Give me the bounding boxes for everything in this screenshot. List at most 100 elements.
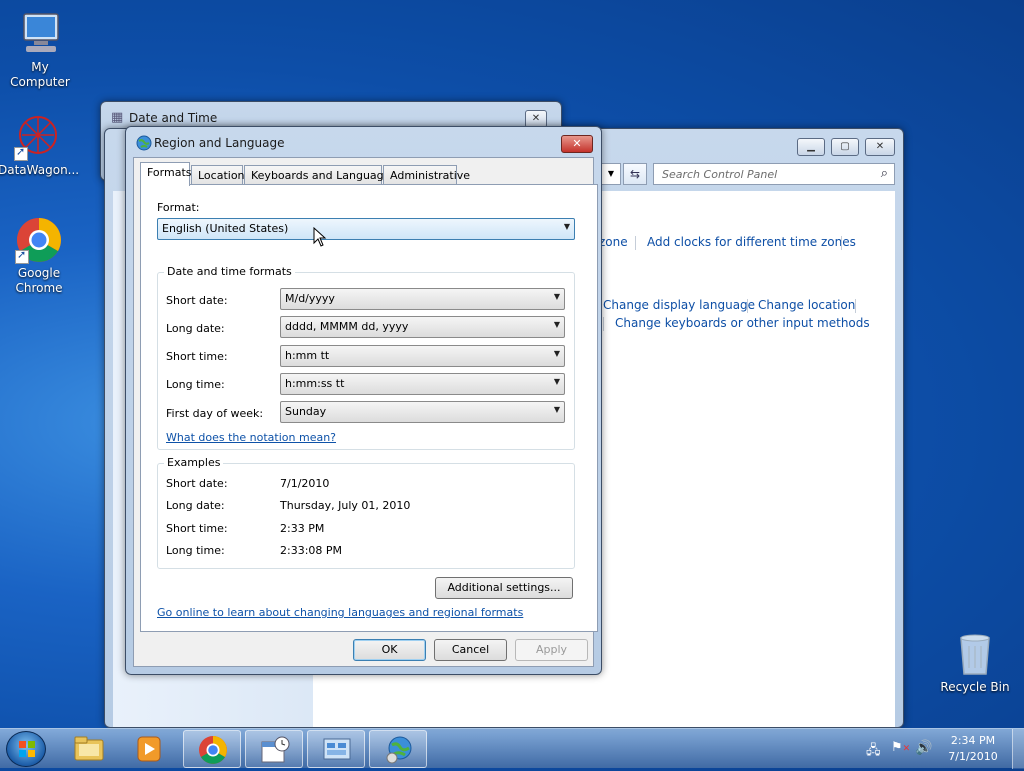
group-title: Date and time formats <box>164 265 295 278</box>
taskbar-media-player[interactable] <box>120 730 178 768</box>
calendar-clock-icon <box>261 736 290 763</box>
search-placeholder: Search Control Panel <box>662 168 778 181</box>
first-day-value: Sunday <box>285 405 327 418</box>
link-add-clocks[interactable]: Add clocks for different time zones <box>647 235 856 249</box>
format-dropdown[interactable]: English (United States) ▼ <box>157 218 575 240</box>
taskbar-control-panel[interactable] <box>307 730 365 768</box>
first-day-dropdown[interactable]: Sunday ▼ <box>280 401 565 423</box>
taskbar-date-time[interactable] <box>245 730 303 768</box>
address-dropdown-arrow[interactable]: ▼ <box>601 163 621 185</box>
control-panel-icon <box>323 738 351 760</box>
chevron-down-icon: ▼ <box>563 222 570 231</box>
show-desktop-button[interactable] <box>1012 729 1024 769</box>
separator <box>603 317 604 331</box>
chevron-down-icon: ▼ <box>553 377 560 386</box>
search-input[interactable]: Search Control Panel ⌕ <box>653 163 895 185</box>
online-help-link[interactable]: Go online to learn about changing langua… <box>157 606 523 619</box>
computer-icon <box>16 10 64 58</box>
windows-logo-icon <box>19 741 35 757</box>
field-label-short-date: Short date: <box>166 294 228 307</box>
desktop-icon-datawagon[interactable]: DataWagon... <box>0 113 80 178</box>
separator <box>841 236 842 250</box>
tab-administrative[interactable]: Administrative <box>383 165 470 185</box>
date-time-formats-group: Date and time formats Short date: M/d/yy… <box>157 265 575 450</box>
apply-button[interactable]: Apply <box>515 639 588 661</box>
field-label-long-time: Long time: <box>166 378 225 391</box>
desktop-icon-my-computer[interactable]: My Computer <box>0 10 80 90</box>
search-icon: ⌕ <box>880 166 888 181</box>
long-date-dropdown[interactable]: dddd, MMMM dd, yyyy ▼ <box>280 316 565 338</box>
additional-settings-button[interactable]: Additional settings... <box>435 577 573 599</box>
example-label: Long date: <box>166 499 225 512</box>
example-value: 2:33 PM <box>280 522 325 535</box>
globe-icon <box>136 135 152 151</box>
window-title: Date and Time <box>129 111 218 125</box>
separator <box>855 299 856 313</box>
link-change-keyboards[interactable]: Change keyboards or other input methods <box>615 316 870 330</box>
shortcut-arrow-icon <box>15 248 29 264</box>
long-date-value: dddd, MMMM dd, yyyy <box>285 320 409 333</box>
dialog-body: Formats Location Keyboards and Languages… <box>133 157 598 667</box>
clock-date: 7/1/2010 <box>948 750 998 763</box>
short-date-dropdown[interactable]: M/d/yyyy ▼ <box>280 288 565 310</box>
taskbar-chrome[interactable] <box>183 730 241 768</box>
datawagon-icon <box>14 113 62 161</box>
close-button[interactable]: ✕ <box>865 138 895 156</box>
taskbar: 🖧 ⚑✕ 🔊 2:34 PM 7/1/2010 <box>0 728 1024 769</box>
chevron-down-icon: ▼ <box>553 320 560 329</box>
globe-icon <box>386 736 412 764</box>
field-label-long-date: Long date: <box>166 322 225 335</box>
link-time-zone[interactable]: zone <box>599 235 628 249</box>
field-label-first-day: First day of week: <box>166 407 264 420</box>
example-label: Short time: <box>166 522 228 535</box>
separator <box>747 299 748 313</box>
refresh-button[interactable]: ⇆ <box>623 163 647 185</box>
long-time-dropdown[interactable]: h:mm:ss tt ▼ <box>280 373 565 395</box>
chrome-icon <box>15 216 63 264</box>
example-value: 7/1/2010 <box>280 477 330 490</box>
example-label: Short date: <box>166 477 228 490</box>
clock[interactable]: 2:34 PM 7/1/2010 <box>940 733 1006 765</box>
dialog-title: Region and Language <box>154 136 285 150</box>
notation-link[interactable]: What does the notation mean? <box>166 431 336 444</box>
chevron-down-icon: ▼ <box>553 292 560 301</box>
media-player-icon <box>137 736 161 762</box>
tab-keyboards-languages[interactable]: Keyboards and Languages <box>244 165 396 185</box>
mouse-cursor-icon <box>313 227 327 247</box>
link-change-display-language[interactable]: Change display language <box>603 298 755 312</box>
start-button[interactable] <box>6 731 46 767</box>
shortcut-arrow-icon <box>14 145 28 161</box>
close-icon: ✕ <box>572 137 582 150</box>
region-language-dialog[interactable]: Region and Language ✕ Formats Location K… <box>125 126 602 675</box>
taskbar-explorer[interactable] <box>60 730 118 768</box>
format-label: Format: <box>157 201 200 214</box>
network-icon[interactable]: 🖧 <box>866 741 881 763</box>
link-change-location[interactable]: Change location <box>758 298 855 312</box>
clock-time: 2:34 PM <box>950 734 996 747</box>
desktop-icon-recycle-bin[interactable]: Recycle Bin <box>935 630 1015 695</box>
clock-window-icon: ▦ <box>111 110 124 125</box>
chrome-icon <box>199 736 227 764</box>
close-button[interactable]: ✕ <box>561 135 593 153</box>
short-time-dropdown[interactable]: h:mm tt ▼ <box>280 345 565 367</box>
example-label: Long time: <box>166 544 225 557</box>
volume-icon[interactable]: 🔊 <box>915 740 932 756</box>
long-time-value: h:mm:ss tt <box>285 377 345 390</box>
ok-button[interactable]: OK <box>353 639 426 661</box>
group-title: Examples <box>164 456 224 469</box>
formats-tab-page: Format: English (United States) ▼ Date a… <box>140 184 598 632</box>
desktop-icon-chrome[interactable]: Google Chrome <box>0 216 79 296</box>
field-label-short-time: Short time: <box>166 350 228 363</box>
action-center-icon[interactable]: ⚑✕ <box>891 740 910 755</box>
taskbar-region-language[interactable] <box>369 730 427 768</box>
tab-location[interactable]: Location <box>191 165 245 185</box>
minimize-button[interactable]: ▁ <box>797 138 825 156</box>
chevron-down-icon: ▼ <box>553 349 560 358</box>
maximize-button[interactable]: ▢ <box>831 138 859 156</box>
format-value: English (United States) <box>162 222 289 235</box>
tab-formats[interactable]: Formats <box>140 162 192 186</box>
cancel-button[interactable]: Cancel <box>434 639 507 661</box>
desktop-icon-label: DataWagon... <box>0 163 80 177</box>
refresh-icon: ⇆ <box>629 167 641 181</box>
short-date-value: M/d/yyyy <box>285 292 335 305</box>
